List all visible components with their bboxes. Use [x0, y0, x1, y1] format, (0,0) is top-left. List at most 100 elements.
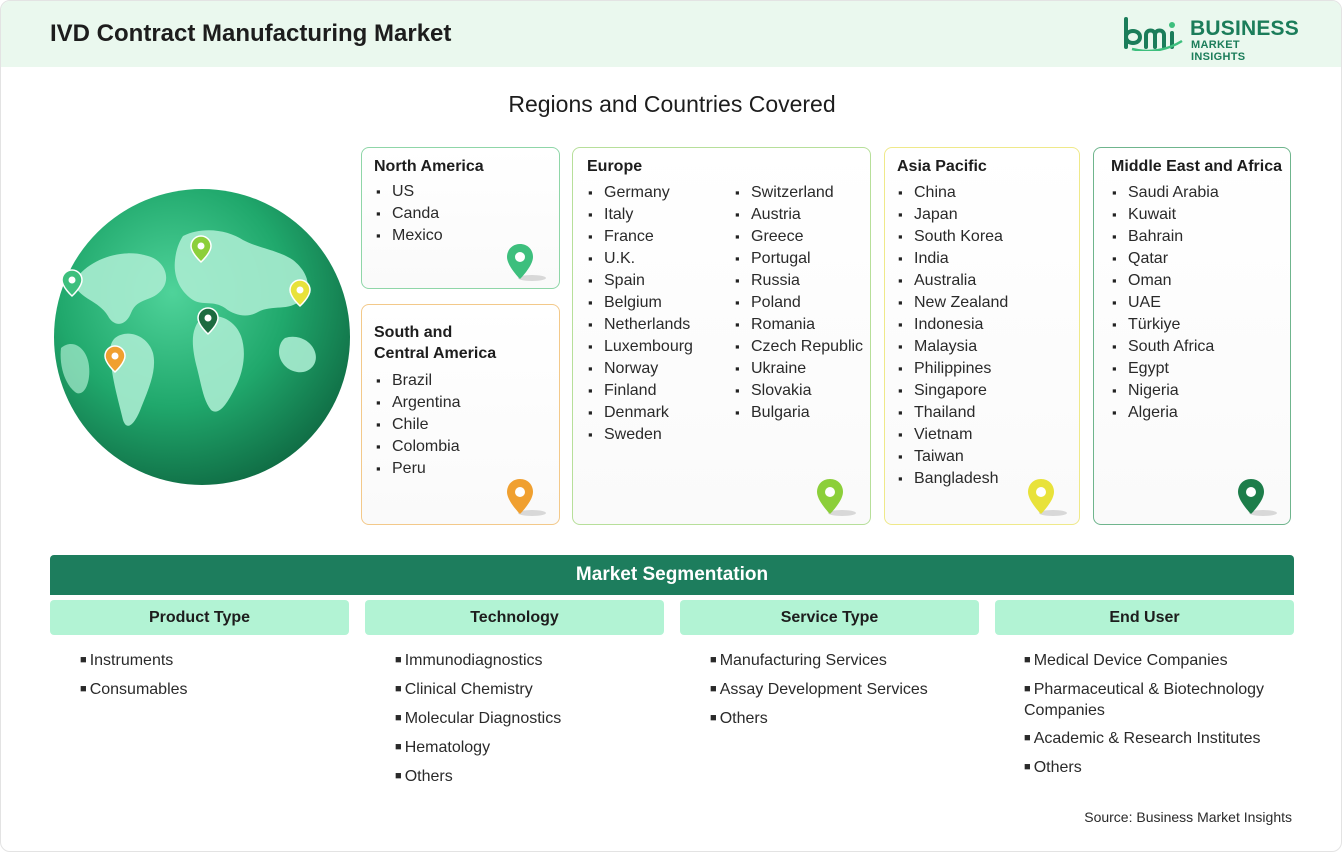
list-item: Clinical Chemistry [395, 680, 665, 701]
region-card-middle-east-africa: Middle East and Africa Saudi Arabia Kuwa… [1093, 147, 1291, 525]
list-item: Bangladesh [898, 468, 1008, 490]
region-title: Europe [587, 158, 643, 175]
country-list: Saudi Arabia Kuwait Bahrain Qatar Oman U… [1112, 182, 1219, 424]
segment-list-product-type: Instruments Consumables [80, 651, 340, 709]
list-item: Greece [735, 226, 863, 248]
list-item: Others [1024, 758, 1299, 779]
page-title: IVD Contract Manufacturing Market [50, 20, 452, 47]
list-item: Molecular Diagnostics [395, 709, 665, 730]
list-item: South Africa [1112, 336, 1219, 358]
list-item: Others [710, 709, 980, 730]
region-card-south-central-america: South and Central America Brazil Argenti… [361, 304, 560, 525]
segment-header-product-type: Product Type [50, 600, 349, 635]
list-item: Egypt [1112, 358, 1219, 380]
list-item: Pharmaceutical & Biotechnology Companies [1024, 680, 1299, 721]
segment-header-end-user: End User [995, 600, 1294, 635]
segment-header-service-type: Service Type [680, 600, 979, 635]
list-item: Germany [588, 182, 693, 204]
map-pin-icon [1028, 479, 1067, 516]
list-item: Others [395, 767, 665, 788]
map-pin-icon [507, 479, 546, 516]
list-item: Japan [898, 204, 1008, 226]
list-item: Finland [588, 380, 693, 402]
list-item: Academic & Research Institutes [1024, 729, 1299, 750]
list-item: Bulgaria [735, 402, 863, 424]
list-item: Italy [588, 204, 693, 226]
list-item: New Zealand [898, 292, 1008, 314]
list-item: Hematology [395, 738, 665, 759]
list-item: China [898, 182, 1008, 204]
list-item: Argentina [376, 392, 461, 414]
list-item: Colombia [376, 436, 461, 458]
region-card-asia-pacific: Asia Pacific China Japan South Korea Ind… [884, 147, 1080, 525]
map-pin-icon [507, 244, 546, 281]
list-item: Indonesia [898, 314, 1008, 336]
list-item: Philippines [898, 358, 1008, 380]
list-item: South Korea [898, 226, 1008, 248]
region-title: South and Central America [374, 322, 496, 364]
list-item: U.K. [588, 248, 693, 270]
bmi-logo-icon [1124, 17, 1183, 51]
list-item: Chile [376, 414, 461, 436]
country-list: China Japan South Korea India Australia … [898, 182, 1008, 490]
list-item: Oman [1112, 270, 1219, 292]
map-pin-icon [1238, 479, 1277, 516]
list-item: Romania [735, 314, 863, 336]
segment-list-technology: Immunodiagnostics Clinical Chemistry Mol… [395, 651, 665, 796]
list-item: Ukraine [735, 358, 863, 380]
list-item: Belgium [588, 292, 693, 314]
region-title-line: South and [374, 324, 453, 341]
list-item: Poland [735, 292, 863, 314]
region-title-line: Central America [374, 345, 497, 362]
list-item: Algeria [1112, 402, 1219, 424]
map-pin-icon [817, 479, 856, 516]
list-item: India [898, 248, 1008, 270]
list-item: Kuwait [1112, 204, 1219, 226]
infographic-frame: IVD Contract Manufacturing Market BUSINE… [0, 0, 1342, 852]
region-title: Middle East and Africa [1111, 158, 1282, 175]
list-item: Portugal [735, 248, 863, 270]
header-bar: IVD Contract Manufacturing Market BUSINE… [1, 1, 1341, 67]
list-item: Czech Republic [735, 336, 863, 358]
list-item: Singapore [898, 380, 1008, 402]
country-list: Switzerland Austria Greece Portugal Russ… [735, 182, 863, 424]
list-item: Peru [376, 458, 461, 480]
list-item: Taiwan [898, 446, 1008, 468]
source-note: Source: Business Market Insights [1084, 809, 1292, 825]
list-item: Mexico [376, 225, 443, 247]
list-item: Spain [588, 270, 693, 292]
list-item: Medical Device Companies [1024, 651, 1299, 672]
list-item: Thailand [898, 402, 1008, 424]
region-title: Asia Pacific [897, 158, 987, 175]
segment-list-service-type: Manufacturing Services Assay Development… [710, 651, 980, 738]
list-item: US [376, 181, 443, 203]
region-card-europe: Europe Germany Italy France U.K. Spain B… [572, 147, 871, 525]
segment-list-end-user: Medical Device Companies Pharmaceutical … [1024, 651, 1299, 787]
region-title: North America [374, 158, 484, 175]
segment-header-technology: Technology [365, 600, 664, 635]
list-item: Canda [376, 203, 443, 225]
list-item: Australia [898, 270, 1008, 292]
list-item: Malaysia [898, 336, 1008, 358]
list-item: Netherlands [588, 314, 693, 336]
list-item: Immunodiagnostics [395, 651, 665, 672]
list-item: France [588, 226, 693, 248]
list-item: Instruments [80, 651, 340, 672]
list-item: Slovakia [735, 380, 863, 402]
list-item: Assay Development Services [710, 680, 980, 701]
country-list: US Canda Mexico [376, 181, 443, 247]
list-item: Türkiye [1112, 314, 1219, 336]
list-item: Manufacturing Services [710, 651, 980, 672]
list-item: Luxembourg [588, 336, 693, 358]
regions-title: Regions and Countries Covered [508, 91, 836, 117]
list-item: Norway [588, 358, 693, 380]
list-item: Nigeria [1112, 380, 1219, 402]
list-item: Saudi Arabia [1112, 182, 1219, 204]
globe-illustration [54, 189, 350, 485]
list-item: Consumables [80, 680, 340, 701]
logo-text-business: BUSINESS [1190, 17, 1299, 40]
list-item: Sweden [588, 424, 693, 446]
brand-logo: BUSINESS MARKET INSIGHTS [1122, 17, 1299, 63]
logo-text-market-insights: MARKET INSIGHTS [1191, 39, 1246, 63]
list-item: Russia [735, 270, 863, 292]
